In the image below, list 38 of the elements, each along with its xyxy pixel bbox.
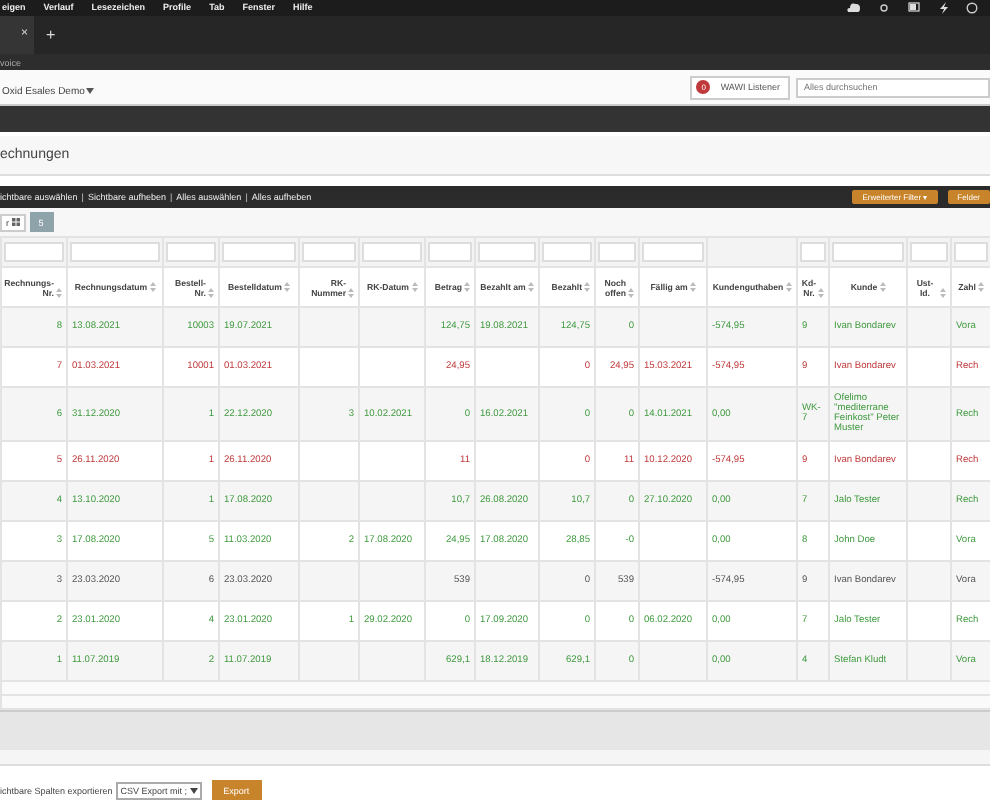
filter-field[interactable]	[222, 242, 296, 263]
sort-icon	[149, 282, 156, 293]
sort-icon	[977, 282, 984, 293]
grid-icon	[11, 218, 19, 227]
sort-icon	[785, 282, 792, 293]
sort-icon	[283, 282, 290, 293]
filter-field[interactable]	[910, 242, 948, 263]
sort-icon	[940, 287, 946, 298]
battery-icon	[908, 2, 922, 13]
filter-field[interactable]	[642, 242, 704, 263]
filter-field[interactable]	[800, 242, 826, 263]
sort-icon	[56, 287, 62, 298]
filter-field[interactable]	[166, 242, 216, 263]
cloud-icon	[846, 2, 860, 13]
filter-field[interactable]	[542, 242, 592, 263]
sort-icon	[689, 282, 696, 293]
sort-icon	[879, 282, 886, 293]
filter-field[interactable]	[478, 242, 536, 263]
sort-icon	[527, 282, 534, 293]
sort-icon	[818, 287, 825, 298]
sort-icon	[208, 287, 214, 298]
caret-icon	[189, 787, 198, 793]
sort-icon	[584, 282, 590, 293]
filter-field[interactable]	[832, 242, 904, 263]
bolt-icon	[940, 1, 948, 14]
filter-field[interactable]	[302, 242, 356, 263]
new-tab-button[interactable]: +	[46, 25, 56, 44]
filter-field[interactable]	[4, 242, 64, 263]
filter-field[interactable]	[954, 242, 988, 263]
filter-field[interactable]	[362, 242, 422, 263]
sort-icon	[411, 282, 417, 293]
filter-field[interactable]	[428, 242, 472, 263]
filter-field[interactable]	[70, 242, 160, 263]
sort-icon	[464, 282, 470, 293]
sort-icon	[348, 287, 354, 298]
filter-field[interactable]	[598, 242, 636, 263]
caret-icon	[86, 88, 95, 95]
sort-icon	[628, 287, 634, 298]
